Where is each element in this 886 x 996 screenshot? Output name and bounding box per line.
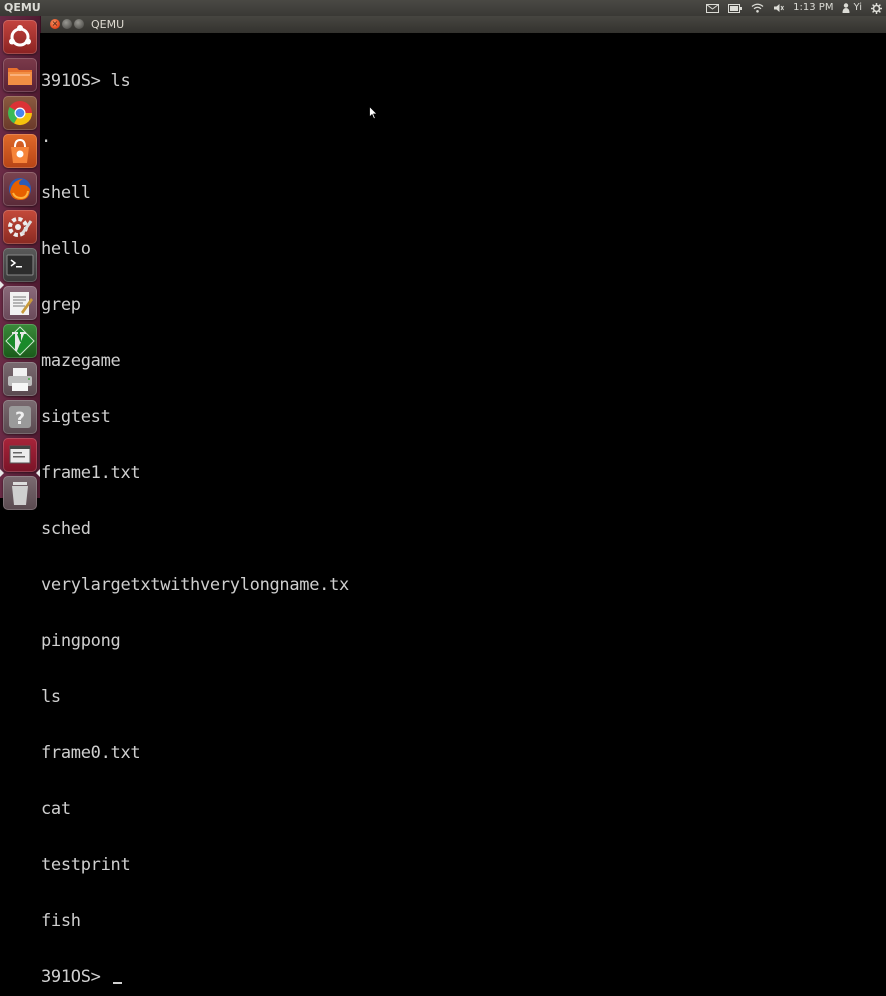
volume-icon[interactable] [773,0,785,16]
launcher-terminal[interactable] [3,248,37,282]
wifi-icon[interactable] [751,0,764,16]
launcher-chrome[interactable] [3,96,37,130]
folder-icon [8,68,32,85]
console-line: testprint [41,854,131,875]
printer-icon [8,368,32,391]
console-line: mazegame [41,351,121,372]
window-titlebar[interactable]: × QEMU [40,16,886,33]
close-icon: × [51,19,59,28]
help-icon: ? [9,406,31,429]
window-title: QEMU [91,18,125,31]
text-editor-icon [10,292,33,315]
launcher-files[interactable] [3,58,37,92]
user-icon [842,3,850,13]
app-title: QEMU [4,1,41,14]
console-prompt-line[interactable]: 391OS> [41,966,349,987]
launcher-firefox[interactable] [3,172,37,206]
shopping-bag-icon [11,138,29,163]
gear-icon[interactable] [871,0,882,16]
qemu-console[interactable]: 391OS> ls . shell hello grep mazegame si… [40,33,886,986]
launcher-system-settings[interactable] [3,210,37,244]
console-line: sigtest [41,407,111,428]
console-line: grep [41,295,81,316]
console-line: . [41,127,51,148]
console-line: verylargetxtwithverylongname.tx [41,574,349,595]
top-panel: QEMU 1:13 PM Yi [0,0,886,16]
launcher-printer[interactable] [3,362,37,396]
user-menu[interactable]: Yi [842,0,862,16]
mail-icon[interactable] [706,0,720,16]
terminal-icon [6,254,34,276]
launcher-trash[interactable] [3,476,37,510]
ubuntu-logo-icon [9,25,31,47]
console-line: shell [41,183,91,204]
window-close-button[interactable]: × [50,19,60,29]
launcher-qemu[interactable] [3,438,37,472]
battery-icon[interactable] [728,0,743,16]
console-line: 391OS> ls [41,71,131,92]
vim-icon [5,326,35,356]
console-line: frame0.txt [41,742,141,763]
settings-icon [8,217,33,237]
window-minimize-button[interactable] [62,19,72,29]
launcher-text-editor[interactable] [3,286,37,320]
console-line: pingpong [41,630,121,651]
clock-text[interactable]: 1:13 PM [793,0,833,16]
text-cursor [112,968,122,984]
svg-text:?: ? [15,409,25,429]
console-line: hello [41,239,91,260]
launcher-help[interactable]: ? [3,400,37,434]
window-maximize-button[interactable] [74,19,84,29]
indicator-area: 1:13 PM Yi [706,0,882,16]
launcher: ? [0,16,41,510]
console-prompt: 391OS> [41,966,111,987]
console-line: fish [41,910,81,931]
console-line: cat [41,798,71,819]
launcher-dash[interactable] [3,20,37,54]
console-output: 391OS> ls . shell hello grep mazegame si… [41,35,349,996]
chrome-icon [7,101,33,126]
qemu-window-icon [9,445,31,464]
trash-icon [12,482,28,505]
console-line: ls [41,686,61,707]
console-line: sched [41,518,91,539]
launcher-software-center[interactable] [3,134,37,168]
launcher-vim[interactable] [3,324,37,358]
mouse-pointer-icon [369,106,378,120]
firefox-icon [9,178,31,200]
user-name: Yi [853,2,862,13]
console-line: frame1.txt [41,462,141,483]
